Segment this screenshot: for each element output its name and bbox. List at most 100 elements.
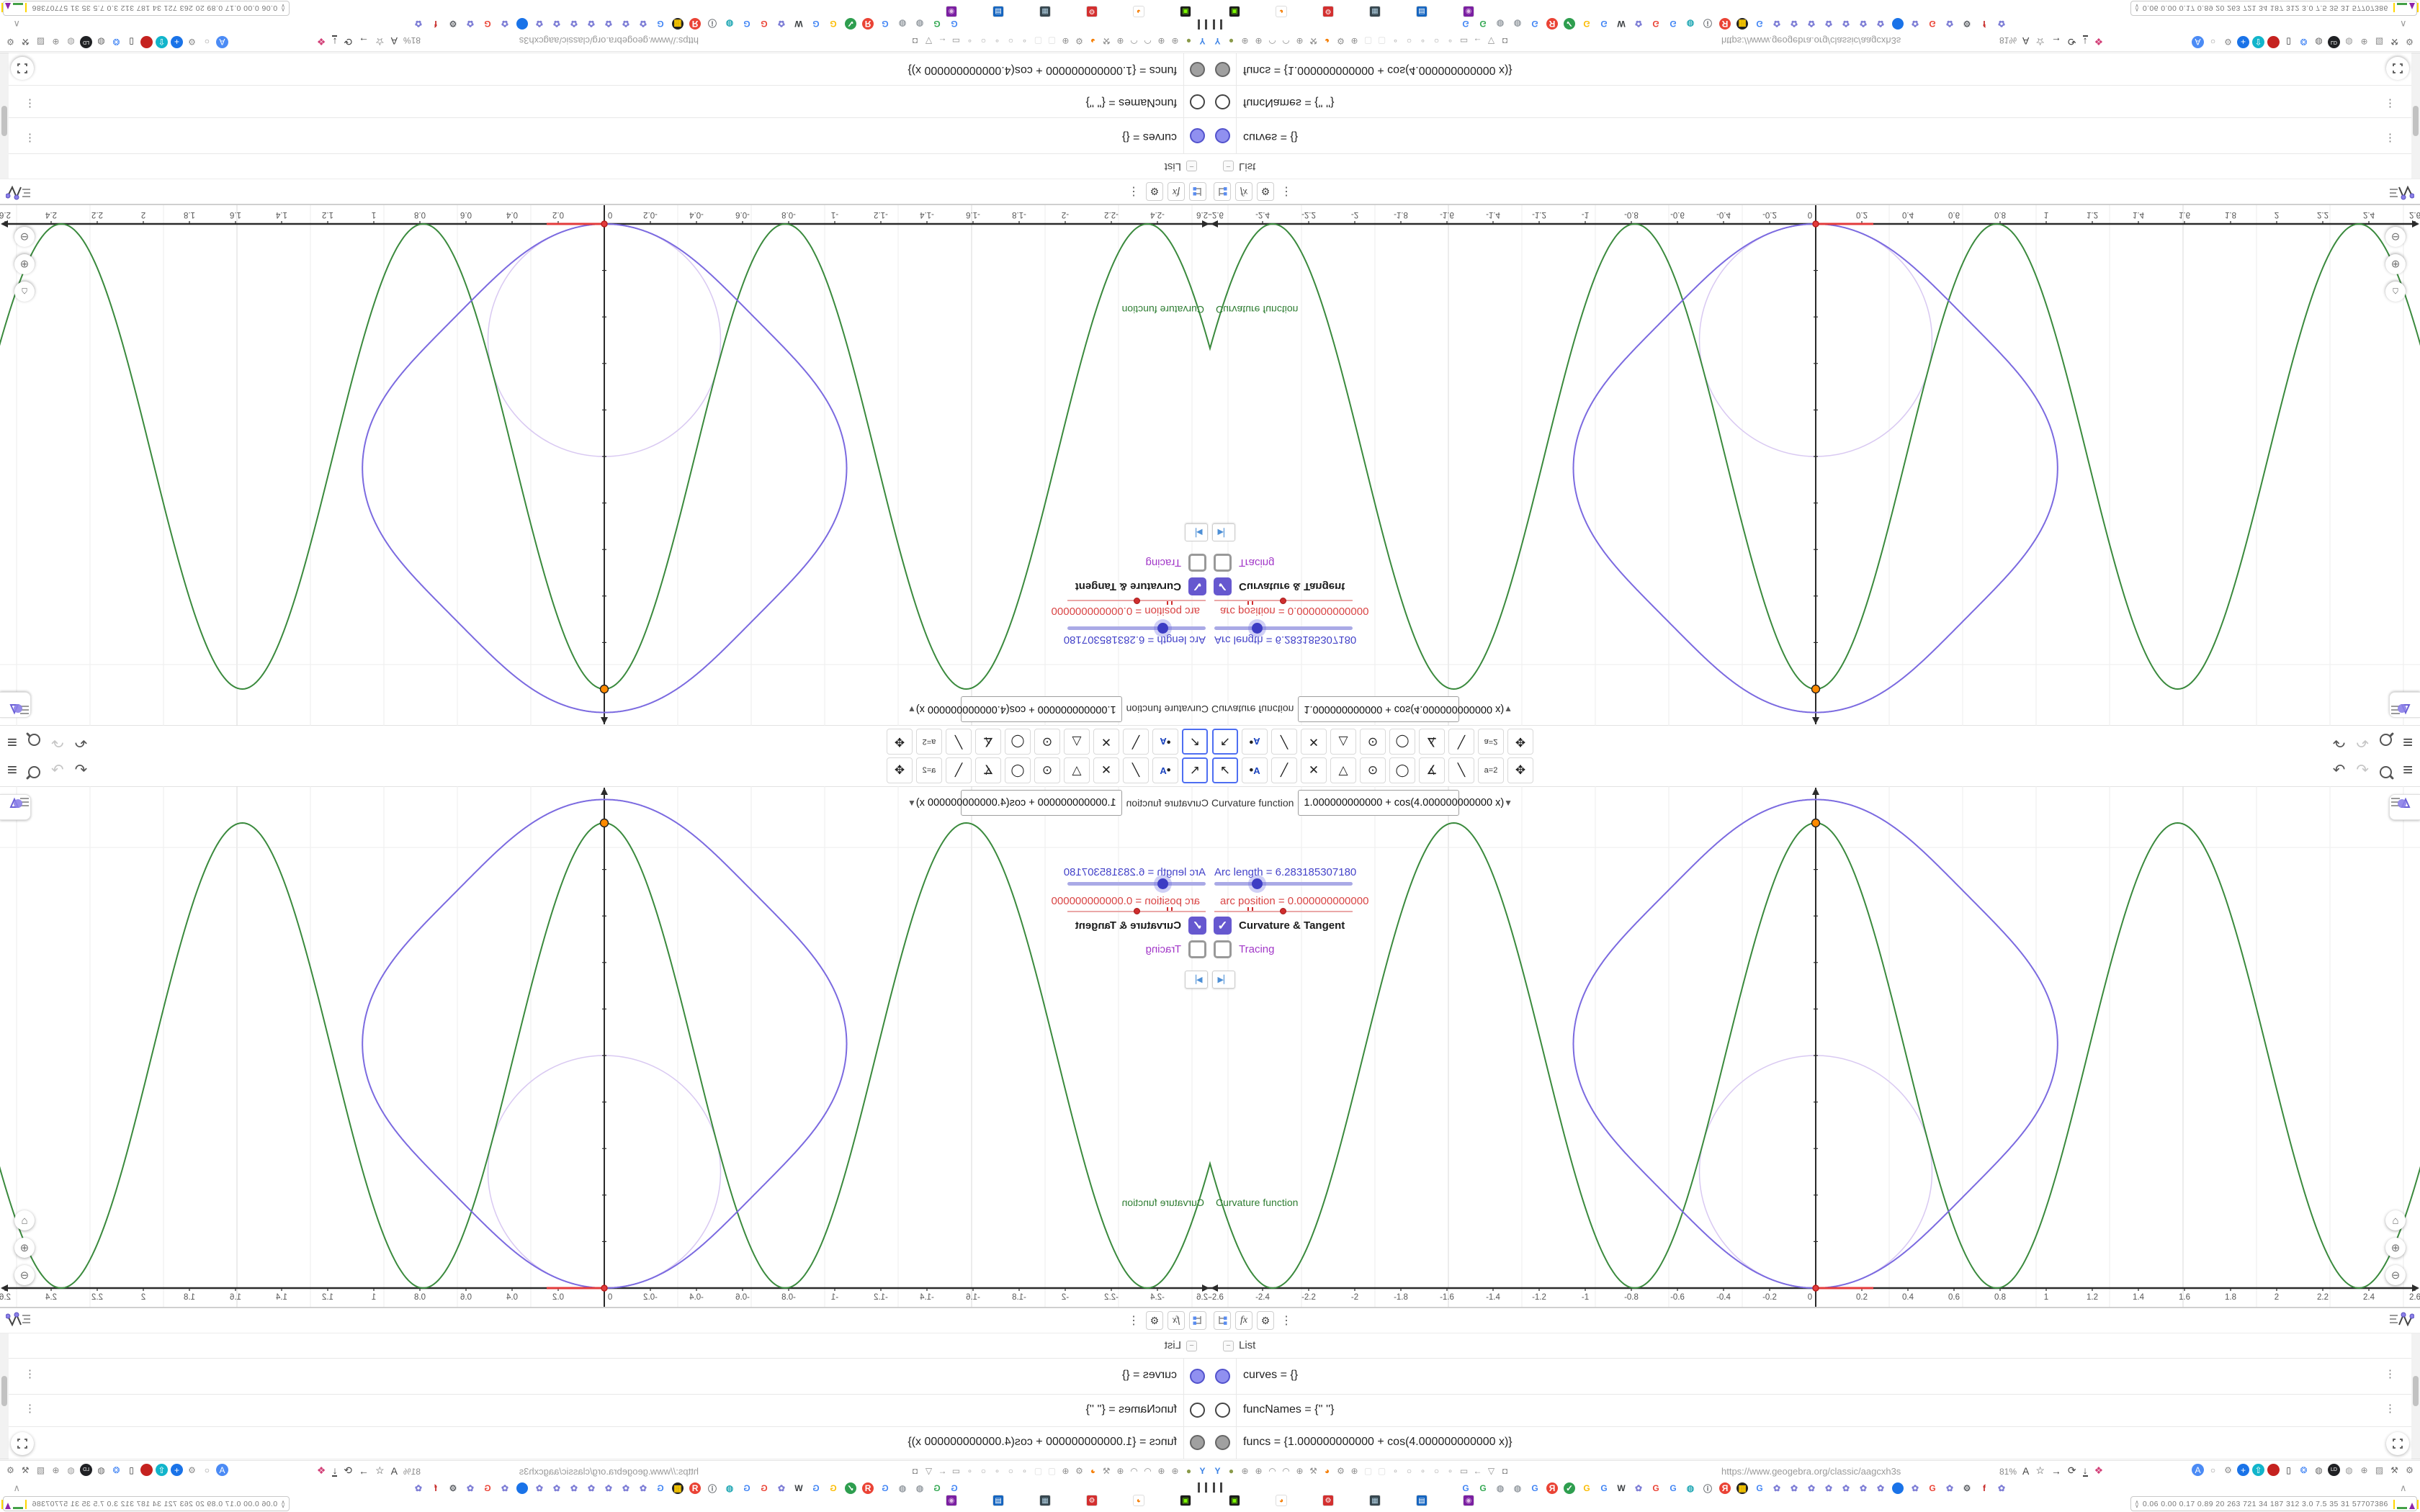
google-g-icon[interactable]: G [1529, 18, 1541, 30]
forward-arrow-icon[interactable]: → [359, 1465, 369, 1477]
dot-icon[interactable]: ∘ [1389, 1464, 1402, 1477]
gauge-icon[interactable]: ◠ [1142, 35, 1154, 48]
algebra-scrollbar[interactable] [0, 53, 9, 179]
chevron-up-icon[interactable]: ∧ [13, 18, 20, 30]
circle-tool[interactable]: ⊙ [1034, 729, 1060, 755]
folder-icon[interactable]: ▭ [1458, 1464, 1470, 1477]
flower-icon[interactable]: ✿ [534, 1482, 545, 1494]
puzzle-ext-icon[interactable]: ▨ [2373, 1464, 2385, 1476]
f-red-icon[interactable]: f [1978, 18, 1990, 30]
globe-icon[interactable]: ⊕ [1114, 1464, 1126, 1477]
google-g-icon[interactable]: G [810, 18, 822, 30]
back-arrow-icon[interactable]: ← [1471, 1464, 1484, 1477]
settings-app-icon[interactable]: ⚙ [1322, 6, 1334, 17]
google-g-icon[interactable]: G [1581, 18, 1592, 30]
shield-up-ext-icon[interactable]: ⇧ [156, 1464, 168, 1476]
move-graphics-tool[interactable]: ✥ [887, 757, 913, 783]
f-red-icon[interactable]: f [1978, 1482, 1990, 1494]
flower-icon[interactable]: ✿ [586, 18, 597, 30]
check-icon[interactable]: ✓ [1564, 1482, 1575, 1494]
menu-icon[interactable]: ≡ [7, 732, 17, 752]
arc-length-slider[interactable] [1214, 623, 1353, 634]
angle-tool[interactable]: ∡ [1419, 757, 1445, 783]
dot-icon[interactable]: ∘ [1389, 35, 1402, 48]
gear-icon[interactable]: ⚙ [1073, 35, 1085, 48]
ellipse-tool[interactable]: ◯ [1005, 757, 1031, 783]
line-tool[interactable]: ╱ [1271, 729, 1297, 755]
algebra-row[interactable]: curves = {} ⋮ [9, 1358, 1210, 1395]
trash-ext-icon[interactable]: ▯ [2282, 1464, 2295, 1476]
dot-icon[interactable]: ∘ [991, 1464, 1003, 1477]
menu-icon[interactable]: ≡ [2403, 760, 2413, 780]
reflect-tool[interactable]: ╲ [1448, 757, 1474, 783]
curve-point[interactable] [601, 220, 608, 228]
fx-button[interactable]: fx [1168, 1311, 1185, 1330]
fx-button[interactable]: fx [1235, 1311, 1252, 1330]
settings-app-icon[interactable]: ⚙ [1322, 1495, 1334, 1506]
fx-button[interactable]: fx [1168, 182, 1185, 201]
translate-ext-icon[interactable]: A [2192, 1464, 2204, 1476]
point-tool[interactable]: • A [1152, 729, 1178, 755]
bookmark-star-icon[interactable]: ☆ [375, 1464, 385, 1477]
gear-ext-icon[interactable]: ⚙ [186, 1464, 198, 1476]
kebab-menu-icon[interactable]: ⋮ [1128, 184, 1139, 199]
terminal-app-icon[interactable]: ▣ [1180, 1495, 1191, 1506]
zoom-in-button[interactable]: ⊕ [2385, 1238, 2406, 1258]
zoom-out-button[interactable]: ⊖ [2385, 227, 2406, 247]
graphics-view[interactable]: -2.6 -2.4 -2.2 -2 -1.8 -1.6 -1.4 -1.2 -1 -0.8 -0.6… [0, 786, 1210, 1307]
flower-icon[interactable]: ✿ [1857, 18, 1869, 30]
avatar-app-icon[interactable]: ◉ [1463, 1495, 1474, 1506]
globe-icon[interactable]: ⊕ [1155, 35, 1168, 48]
slider-tool[interactable]: a=2 [916, 729, 942, 755]
flower-icon[interactable]: ✿ [1788, 1482, 1800, 1494]
forward-arrow-icon[interactable]: → [359, 36, 369, 48]
ghost-icon[interactable]: ▢ [1376, 1464, 1388, 1477]
teal-site-icon[interactable]: ◍ [1685, 18, 1696, 30]
view-divider[interactable] [1210, 204, 2420, 205]
arc-position-slider[interactable] [1067, 598, 1206, 605]
image-site-icon[interactable]: ▦ [1736, 1482, 1748, 1494]
gauge-icon[interactable]: ◠ [1266, 1464, 1278, 1477]
function-input[interactable]: 1.000000000000 + cos(4.000000000000 x) ▼ [908, 696, 1122, 722]
translate-icon[interactable]: A [391, 36, 398, 48]
info-icon[interactable]: ⓘ [707, 1482, 718, 1494]
firefox-icon[interactable]: ◕ [1321, 35, 1333, 48]
slider-tool[interactable]: a=2 [916, 757, 942, 783]
redo-icon[interactable]: ↷ [2356, 732, 2369, 752]
undo-icon[interactable]: ↶ [2333, 760, 2346, 780]
redo-icon[interactable]: ↷ [51, 732, 64, 752]
camera-icon[interactable]: ● [1183, 1464, 1195, 1477]
google-g-icon[interactable]: G [1754, 1482, 1765, 1494]
gear-dark-icon[interactable]: ⚙ [447, 18, 459, 30]
globe-ext-icon[interactable]: ⊕ [50, 36, 62, 48]
circle-icon[interactable]: ○ [977, 35, 990, 48]
firefox-app-icon[interactable]: ◕ [1276, 6, 1287, 17]
undo-icon[interactable]: ↶ [75, 760, 88, 780]
circle-tool[interactable]: ⊙ [1034, 757, 1060, 783]
ghost-icon[interactable]: ▢ [1032, 1464, 1044, 1477]
home-button[interactable]: ⌂ [14, 1210, 35, 1230]
curvature-tangent-checkbox[interactable]: ✓ [1188, 577, 1206, 595]
graphics-view[interactable]: -2.6 -2.4 -2.2 -2 -1.8 -1.6 -1.4 -1.2 -1 -0.8 -0.6… [0, 205, 1210, 726]
curvature-point[interactable] [1811, 818, 1821, 828]
ellipse-tool[interactable]: ◯ [1389, 757, 1415, 783]
ghost-ext-icon[interactable]: ○ [0, 36, 1, 48]
undo-icon[interactable]: ↶ [75, 732, 88, 752]
tracing-checkbox[interactable] [1188, 554, 1206, 572]
flower-icon[interactable]: ✿ [1840, 18, 1852, 30]
wikipedia-w-icon[interactable]: W [1615, 1482, 1627, 1494]
curvature-point[interactable] [599, 684, 609, 694]
algebra-row[interactable]: funcNames = {'' ''} ⋮ [1210, 85, 2411, 118]
firefox-app-icon[interactable]: ◕ [1133, 6, 1144, 17]
translate-ext-icon[interactable]: A [2192, 36, 2204, 48]
image-site-icon[interactable]: ▦ [1736, 18, 1748, 30]
globe-ext-icon[interactable]: ⊕ [2358, 1464, 2370, 1476]
trash-ext-icon[interactable]: ▯ [125, 36, 138, 48]
teal-site-icon[interactable]: ◍ [1685, 1482, 1696, 1494]
curve-point[interactable] [1812, 220, 1819, 228]
chevron-up-icon[interactable]: ∧ [13, 1482, 20, 1494]
folder-icon[interactable]: ▭ [1458, 35, 1470, 48]
collapse-button[interactable]: − [1223, 161, 1234, 171]
graphics-style-toggle[interactable] [6, 184, 32, 200]
globe-icon[interactable]: ⊕ [1348, 1464, 1361, 1477]
